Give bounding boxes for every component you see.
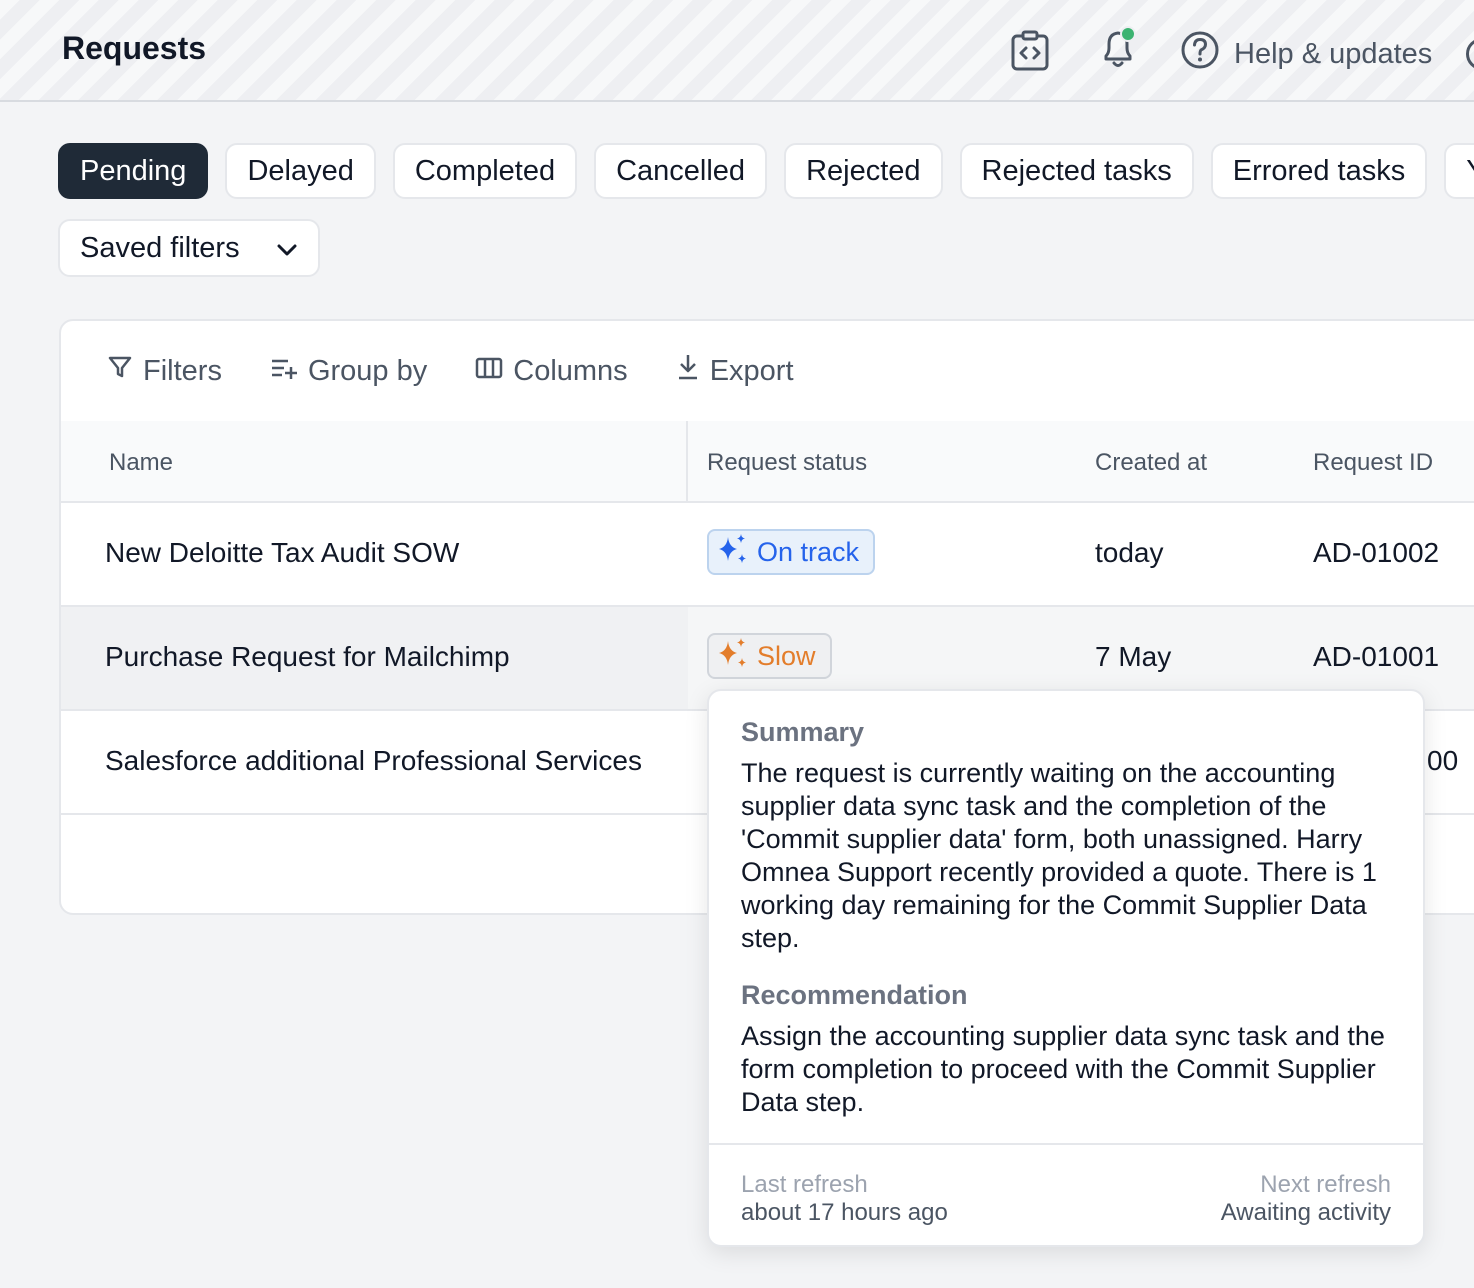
request-id: AD-01002 — [1313, 537, 1440, 568]
request-name: Purchase Request for Mailchimp — [105, 641, 510, 672]
top-bar: Requests Help & updates — [0, 0, 1474, 102]
recommendation-text: Assign the accounting supplier data sync… — [741, 1021, 1385, 1117]
request-id: 00 — [1427, 745, 1459, 776]
columns-label: Columns — [513, 354, 628, 387]
export-label: Export — [709, 354, 794, 387]
filters-button[interactable]: Filters — [107, 354, 222, 388]
column-header-status[interactable]: Request status — [707, 449, 867, 477]
popover-footer: Last refresh about 17 hours ago Next ref… — [709, 1143, 1423, 1249]
created-at: 7 May — [1095, 641, 1172, 672]
sparkles-icon — [715, 532, 749, 573]
summary-heading: Summary — [741, 717, 865, 747]
status-label: On track — [757, 536, 860, 567]
last-refresh-value: about 17 hours ago — [741, 1199, 948, 1226]
tab-rejected[interactable]: Rejected — [784, 143, 943, 199]
table-row[interactable]: New Deloitte Tax Audit SOW On track toda… — [61, 503, 1474, 607]
last-refresh-label: Last refresh — [741, 1171, 868, 1198]
column-header-name[interactable]: Name — [109, 449, 173, 477]
sparkles-icon — [715, 636, 749, 677]
column-header-request-id[interactable]: Request ID — [1313, 449, 1433, 477]
created-at: today — [1095, 537, 1164, 568]
next-refresh-label: Next refresh — [1260, 1171, 1391, 1198]
avatar[interactable] — [1466, 38, 1474, 70]
tab-errored-tasks[interactable]: Errored tasks — [1210, 143, 1428, 199]
tab-pending[interactable]: Pending — [58, 143, 209, 199]
help-updates-link[interactable]: Help & updates — [1180, 30, 1432, 78]
request-name: Salesforce additional Professional Servi… — [105, 745, 642, 776]
status-summary-popover: Summary The request is currently waiting… — [707, 689, 1425, 1247]
saved-filters-label: Saved filters — [80, 231, 240, 264]
page-title: Requests — [62, 30, 207, 66]
group-by-button[interactable]: Group by — [270, 355, 427, 388]
group-by-label: Group by — [307, 354, 428, 387]
help-circle-icon — [1180, 30, 1220, 78]
column-header-created[interactable]: Created at — [1095, 449, 1207, 477]
bell-icon[interactable] — [1098, 26, 1142, 77]
next-refresh-value: Awaiting activity — [1220, 1199, 1391, 1226]
status-label: Slow — [757, 640, 816, 671]
request-id: AD-01001 — [1313, 641, 1440, 672]
columns-button[interactable]: Columns — [475, 354, 628, 388]
code-clipboard-icon[interactable] — [1010, 30, 1050, 77]
status-badge[interactable]: Slow — [707, 633, 832, 679]
table-toolbar: Filters Group by Columns Export — [61, 321, 1474, 423]
column-divider[interactable] — [686, 421, 688, 501]
recommendation-heading: Recommendation — [741, 980, 968, 1010]
export-button[interactable]: Export — [676, 353, 794, 389]
download-icon — [676, 353, 700, 389]
notification-dot — [1120, 26, 1136, 42]
help-updates-label: Help & updates — [1234, 37, 1433, 70]
table-header: Name Request status Created at Request I… — [61, 421, 1474, 503]
tab-delayed[interactable]: Delayed — [225, 143, 376, 199]
filters-label: Filters — [143, 354, 222, 387]
tab-your[interactable]: Your — [1444, 143, 1474, 199]
tab-rejected-tasks[interactable]: Rejected tasks — [959, 143, 1194, 199]
tab-cancelled[interactable]: Cancelled — [594, 143, 768, 199]
saved-filters-dropdown[interactable]: Saved filters — [58, 219, 320, 277]
tab-completed[interactable]: Completed — [392, 143, 578, 199]
group-by-icon — [270, 355, 298, 388]
filter-icon — [107, 354, 133, 388]
chevron-down-icon — [276, 232, 298, 265]
columns-icon — [475, 355, 503, 388]
request-name: New Deloitte Tax Audit SOW — [105, 537, 460, 568]
summary-text: The request is currently waiting on the … — [741, 758, 1377, 953]
status-tabs: Pending Delayed Completed Cancelled Reje… — [58, 143, 1474, 199]
status-badge[interactable]: On track — [707, 529, 876, 575]
